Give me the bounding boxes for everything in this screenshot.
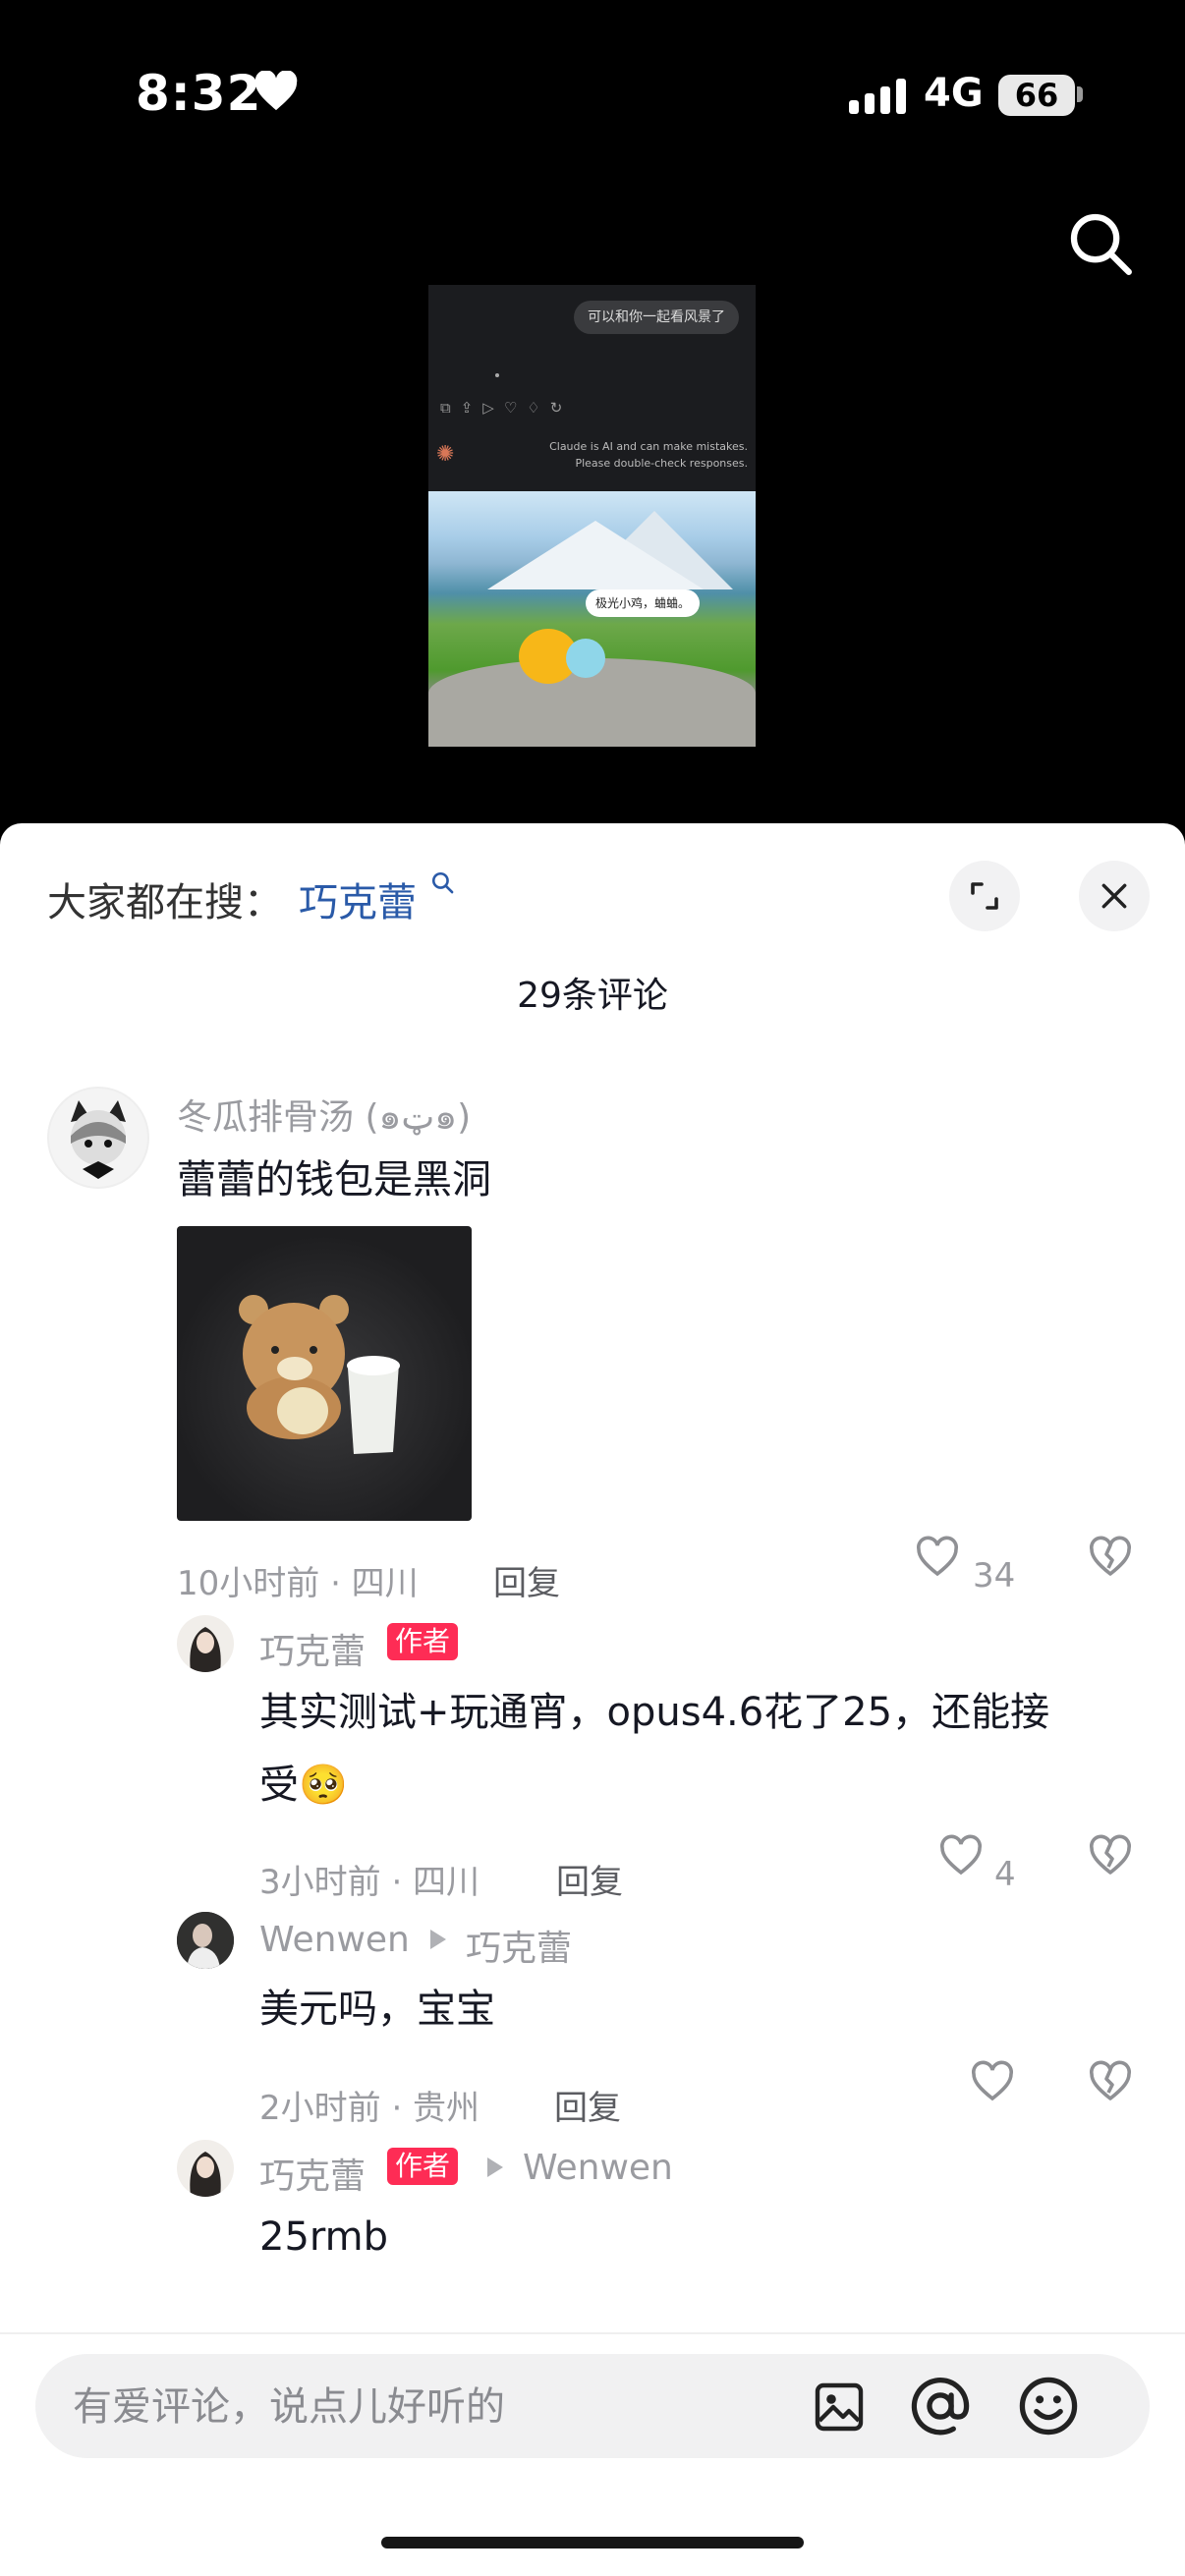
comment-sheet: 大家都在搜： 巧克蕾 29条评论 冬瓜排骨汤 (๑ټ๑) 蕾蕾的钱包是黑洞 10… (0, 823, 1185, 2576)
comment-text-line: 其实测试+玩通宵，opus4.6花了25，还能接 (259, 1690, 1050, 1735)
expand-button[interactable] (949, 861, 1020, 931)
video-preview[interactable]: 可以和你一起看风景了 ⧉⇪▷♡♢↻ ✺ Claude is AI and can… (428, 285, 756, 747)
signal-icon (849, 79, 906, 114)
battery-tip (1077, 86, 1083, 102)
divider (0, 2332, 1185, 2334)
image-icon[interactable] (812, 2380, 867, 2435)
ai-disclaimer: Claude is AI and can make mistakes. Plea… (532, 438, 748, 472)
comment-image[interactable] (177, 1226, 472, 1521)
avatar[interactable] (47, 1087, 149, 1189)
comment-text-line: 受🥺 (259, 1763, 348, 1808)
comment-text: 25rmb (259, 2214, 388, 2260)
author-badge: 作者 (387, 1623, 459, 1660)
bear-with-cup-image (239, 1295, 400, 1454)
close-icon (1101, 883, 1127, 909)
chat-action-icons: ⧉⇪▷♡♢↻ (440, 399, 573, 417)
comment-username[interactable]: 冬瓜排骨汤 (๑ټ๑) (177, 1089, 471, 1145)
claude-logo-icon: ✺ (436, 442, 455, 467)
comment-count: 29条评论 (517, 976, 668, 1016)
reply-button[interactable]: 回复 (493, 1556, 560, 1604)
comment-time-location: 3小时前 · 四川 (259, 1863, 480, 1902)
comment-username[interactable]: Wenwen (259, 1920, 410, 1960)
scene-caption: 极光小鸡，蛐蛐。 (586, 589, 701, 617)
like-count: 34 (973, 1556, 1016, 1596)
comment-text: 蕾蕾的钱包是黑洞 (177, 1157, 491, 1203)
landscape-image: 极光小鸡，蛐蛐。 (428, 491, 756, 747)
reply-button[interactable]: 回复 (554, 2081, 621, 2129)
comment-input[interactable] (71, 2354, 762, 2460)
network-type: 4G (924, 71, 984, 116)
comment-username[interactable]: 巧克蕾 (259, 2148, 366, 2199)
heart-outline-icon[interactable] (937, 1833, 985, 1880)
comment-username[interactable]: 巧克蕾 (259, 1623, 366, 1674)
reply-arrow-icon (487, 2157, 503, 2177)
at-icon[interactable] (910, 2376, 971, 2436)
close-button[interactable] (1079, 861, 1150, 931)
comment-time-location: 2小时前 · 贵州 (259, 2089, 480, 2128)
reply-button[interactable]: 回复 (556, 1855, 623, 1903)
comment-time-location: 10小时前 · 四川 (177, 1564, 419, 1603)
disclaimer-line-2: Please double-check responses. (575, 457, 748, 470)
heart-outline-icon[interactable] (969, 2059, 1016, 2106)
mountain-shape (487, 521, 704, 589)
home-indicator (381, 2537, 804, 2548)
reply-to-username[interactable]: 巧克蕾 (466, 1920, 572, 1971)
hot-search-prefix: 大家都在搜： (47, 880, 283, 925)
girl-avatar-icon (190, 1627, 221, 1672)
comment-input-bar (35, 2354, 1150, 2460)
reply-to-username[interactable]: Wenwen (523, 2148, 673, 2188)
avatar[interactable] (177, 1615, 234, 1672)
search-icon[interactable] (1065, 208, 1136, 279)
battery-indicator: 66 (998, 75, 1075, 116)
hot-search-term[interactable]: 巧克蕾 (299, 870, 417, 927)
chat-message-bubble: 可以和你一起看风景了 (574, 301, 739, 334)
photo-avatar-icon (177, 1912, 234, 1969)
search-icon[interactable] (430, 870, 456, 896)
broken-heart-icon[interactable] (1087, 1833, 1134, 1880)
status-time: 8:32 (136, 65, 262, 122)
typing-dot (495, 373, 499, 377)
smile-icon[interactable] (1018, 2376, 1079, 2436)
heart-icon (254, 71, 298, 111)
author-badge: 作者 (387, 2148, 459, 2185)
broken-heart-icon[interactable] (1087, 2059, 1134, 2106)
broken-heart-icon[interactable] (1087, 1535, 1134, 1582)
anime-avatar-icon (71, 1100, 126, 1179)
comment-text: 其实测试+玩通宵，opus4.6花了25，还能接 受🥺 (259, 1676, 1124, 1821)
reply-arrow-icon (430, 1930, 446, 1949)
heart-outline-icon[interactable] (914, 1535, 961, 1582)
avatar[interactable] (177, 2140, 234, 2197)
expand-icon (971, 882, 998, 910)
avatar[interactable] (177, 1912, 234, 1969)
girl-avatar-icon (190, 2152, 221, 2197)
comment-text: 美元吗，宝宝 (259, 1987, 495, 2032)
like-count: 4 (994, 1855, 1016, 1894)
disclaimer-line-1: Claude is AI and can make mistakes. (549, 440, 748, 453)
blue-chick (566, 639, 605, 678)
